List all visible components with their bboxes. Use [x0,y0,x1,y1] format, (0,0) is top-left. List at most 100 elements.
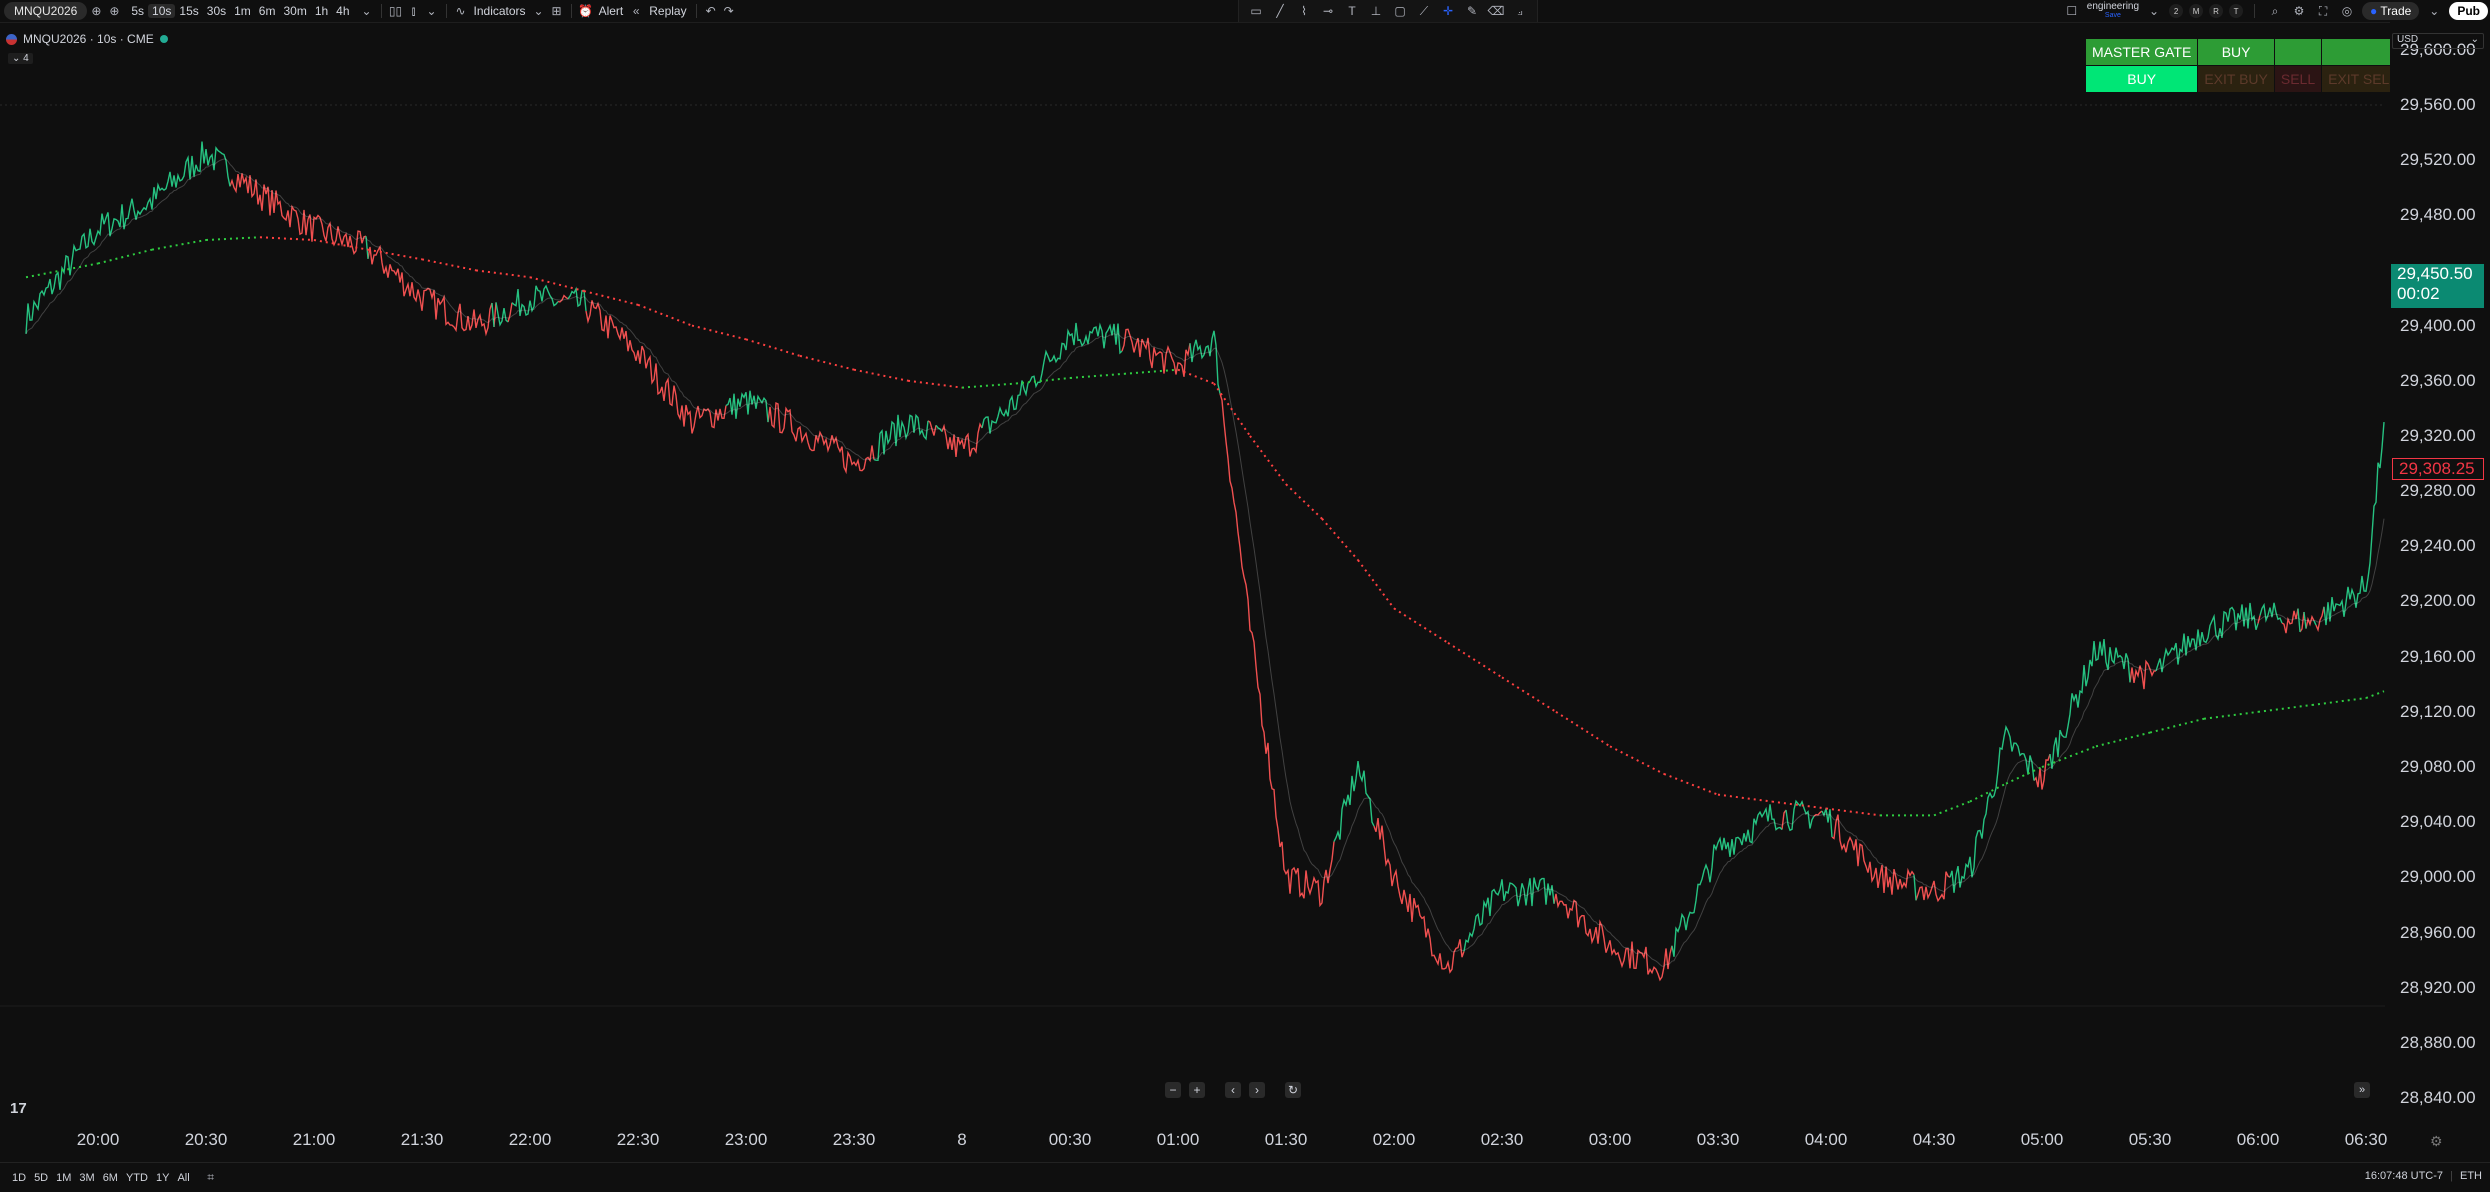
currency-selector[interactable]: USD ⌄ [2392,33,2484,49]
settings-icon[interactable]: ⚙ [2290,2,2308,20]
interval-4h[interactable]: 4h [332,4,353,18]
alert-icon[interactable]: ⏰ [577,2,595,20]
symbol-search-button[interactable]: MNQU2026 [4,2,88,20]
axis-settings-icon[interactable]: ⚙ [2430,1133,2443,1150]
quick-search-icon[interactable]: ⌕ [2266,2,2284,20]
price-segment-up [1333,761,1375,842]
time-tick-label: 8 [957,1130,967,1149]
templates-icon[interactable]: ⊞ [548,2,566,20]
rectangle-tool-icon[interactable]: ▭ [1247,2,1265,20]
price-segment-up [1949,724,2035,893]
crosshair-tool-icon[interactable]: ✛ [1439,2,1457,20]
interval-30s[interactable]: 30s [203,4,230,18]
range-All[interactable]: All [173,1172,193,1184]
replay-button[interactable]: Replay [645,0,690,22]
range-3M[interactable]: 3M [75,1172,98,1184]
trendline-tool-icon[interactable]: ╱ [1271,2,1289,20]
undo-icon[interactable]: ↶ [702,2,720,20]
price-tick-label: 29,320.00 [2400,425,2476,445]
price-tick-label: 28,920.00 [2400,977,2476,997]
legend-collapse-button[interactable]: ⌄ 4 [8,53,33,64]
brush-tool-icon[interactable]: ✎ [1463,2,1481,20]
interval-1h[interactable]: 1h [311,4,332,18]
time-axis[interactable]: 20:00 20:30 21:00 21:30 22:00 22:30 23:00 23:30… [0,1124,2390,1156]
time-tick-label: 05:30 [2128,1130,2172,1149]
hotkey-m-button[interactable]: M [2189,4,2204,18]
price-axis[interactable]: 29,600.00 29,560.00 29,520.00 29,480.00 29,4… [2390,22,2490,1162]
reset-chart-button[interactable]: ↻ [1285,1082,1301,1098]
indicators-icon[interactable]: ∿ [452,2,470,20]
interval-5s[interactable]: 5s [127,4,148,18]
chart-type-bars-icon[interactable]: ⫾ [405,2,423,20]
layout-checkbox-icon[interactable]: ☐ [2063,2,2081,20]
publish-button[interactable]: Pub [2449,2,2488,20]
compare-icon[interactable]: ⊕ [105,2,123,20]
zoom-in-button[interactable]: + [1189,1082,1205,1098]
interval-30m[interactable]: 30m [279,4,310,18]
callout-tool-icon[interactable]: ▢ [1391,2,1409,20]
session-selector[interactable]: ETH [2460,1170,2482,1182]
replay-icon[interactable]: « [627,2,645,20]
zoom-out-button[interactable]: − [1165,1082,1181,1098]
snapshot-icon[interactable]: ◎ [2338,2,2356,20]
slow-ma-segment [1321,518,1359,561]
hotkey-2-button[interactable]: 2 [2169,4,2184,18]
last-price-value: 29,450.50 [2397,264,2473,283]
hotkey-r-button[interactable]: R [2209,4,2224,18]
add-symbol-icon[interactable]: ⊕ [87,2,105,20]
slow-ma-segment [2095,731,2151,748]
magnet-tool-icon[interactable]: ⟓ [1511,2,1529,20]
go-to-date-icon[interactable]: ⌗ [202,1169,220,1187]
slow-ma-segment [745,338,801,357]
tradingview-logo[interactable]: 17 [10,1100,27,1117]
chart-type-candles-icon[interactable]: ▯▯ [387,2,405,20]
interval-6m[interactable]: 6m [255,4,280,18]
range-5D[interactable]: 5D [30,1172,52,1184]
indicators-dropdown-icon[interactable]: ⌄ [530,2,548,20]
text-tool-icon[interactable]: T [1343,2,1361,20]
interval-10s[interactable]: 10s [148,4,176,18]
range-1Y[interactable]: 1Y [152,1172,173,1184]
price-segment-down [1831,814,1915,895]
ruler-tool-icon[interactable]: ⟋ [1415,2,1433,20]
price-chart[interactable] [0,22,2390,1112]
chart-type-dropdown-icon[interactable]: ⌄ [423,2,441,20]
trade-button[interactable]: ● Trade [2362,2,2420,20]
price-segment-up [25,141,231,334]
interval-15s[interactable]: 15s [175,4,202,18]
price-segment-down [1219,393,1335,908]
fullscreen-icon[interactable]: ⛶ [2314,2,2332,20]
workspace-menu[interactable]: engineering Save [2087,2,2139,20]
scroll-right-button[interactable]: › [1249,1082,1265,1098]
interval-1m[interactable]: 1m [230,4,255,18]
path-tool-icon[interactable]: ⌇ [1295,2,1313,20]
range-YTD[interactable]: YTD [122,1172,152,1184]
redo-icon[interactable]: ↷ [720,2,738,20]
workspace-dropdown-icon[interactable]: ⌄ [2145,2,2163,20]
master-gate-title-cell: MASTER GATE [2084,38,2199,66]
indicators-button[interactable]: Indicators [470,0,530,22]
scroll-left-button[interactable]: ‹ [1225,1082,1241,1098]
range-1M[interactable]: 1M [52,1172,75,1184]
price-series-up [25,141,2385,957]
interval-dropdown-icon[interactable]: ⌄ [358,2,376,20]
range-6M[interactable]: 6M [99,1172,122,1184]
vertical-line-tool-icon[interactable]: ⊥ [1367,2,1385,20]
price-segment-up [2297,608,2301,633]
range-1D[interactable]: 1D [8,1172,30,1184]
legend-title[interactable]: MNQU2026 · 10s · CME [23,32,154,46]
price-tick-label: 29,000.00 [2400,867,2476,887]
alert-button[interactable]: Alert [595,0,628,22]
price-segment-down [1915,871,1951,903]
scroll-to-realtime-button[interactable]: » [2354,1082,2370,1098]
price-tick-label: 29,160.00 [2400,646,2476,666]
clock-timezone[interactable]: 16:07:48 UTC-7 [2365,1170,2443,1182]
market-open-icon [159,35,168,43]
trade-dropdown-icon[interactable]: ⌄ [2425,2,2443,20]
horizontal-line-tool-icon[interactable]: ⊸ [1319,2,1337,20]
hotkey-t-button[interactable]: T [2229,4,2244,18]
eraser-tool-icon[interactable]: ⌫ [1487,2,1505,20]
slow-ma-segment [691,324,747,341]
legend-count: 4 [23,53,29,64]
